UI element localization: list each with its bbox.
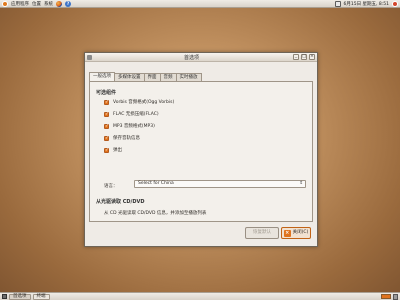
tab-panel-general: 可选组件 ✓ Vorbis 音频格式(Ogg Vorbis) ✓ FLAC 无损… [89, 81, 313, 222]
option-eject[interactable]: ✓ 弹出 [104, 147, 122, 153]
tab-multimedia[interactable]: 多媒体设置 [114, 73, 145, 81]
checkbox-vorbis[interactable]: ✓ [104, 99, 109, 105]
task-preferences[interactable]: 首选项 [9, 293, 31, 300]
option-save-tracks[interactable]: ✓ 保存音轨信息 [104, 135, 140, 141]
language-value: Select for China [138, 181, 174, 186]
close-button[interactable]: × 关闭(C) [281, 227, 311, 239]
help-icon[interactable]: ? [65, 0, 71, 7]
option-vorbis-label: Vorbis 音频格式(Ogg Vorbis) [113, 100, 175, 105]
option-mp3-label: MP3 音频格式(MP3) [113, 124, 155, 129]
trash-icon[interactable] [393, 293, 398, 300]
option-mp3[interactable]: ✓ MP3 音频格式(MP3) [104, 123, 155, 129]
tab-general[interactable]: 一般选项 [89, 72, 115, 81]
option-flac-label: FLAC 无损压缩(FLAC) [113, 112, 159, 117]
select-arrows-icon: ⇕ [299, 181, 303, 186]
checkbox-flac[interactable]: ✓ [104, 111, 109, 117]
section-title: 可选组件 [96, 90, 117, 96]
network-icon[interactable] [334, 0, 341, 7]
option-eject-label: 弹出 [113, 148, 122, 153]
firefox-launcher-icon[interactable] [56, 0, 62, 7]
option-flac[interactable]: ✓ FLAC 无损压缩(FLAC) [104, 111, 159, 117]
window-titlebar[interactable]: 首选项 _ □ × [85, 53, 317, 62]
power-icon[interactable] [392, 0, 398, 7]
tab-audio[interactable]: 音频 [159, 73, 177, 81]
top-panel: 应用程序 位置 系统 ? 6月15日 星期五, 8:51 [0, 0, 400, 8]
menu-system[interactable]: 系统 [44, 1, 53, 7]
maximize-button[interactable]: □ [301, 54, 307, 60]
menu-places[interactable]: 位置 [32, 1, 41, 7]
bottom-panel: 首选项 终端 [0, 292, 400, 300]
preferences-window: 首选项 _ □ × 一般选项 多媒体设置 界面 音频 实时播放 可选组件 ✓ V… [84, 52, 318, 247]
cd-description: 从 CD 光驱读取 CD/DVD 信息，并添加至播放列表 [104, 211, 207, 216]
checkbox-save-tracks[interactable]: ✓ [104, 135, 109, 141]
close-button-label: 关闭(C) [292, 230, 309, 235]
checkbox-eject[interactable]: ✓ [104, 147, 109, 153]
checkbox-mp3[interactable]: ✓ [104, 123, 109, 129]
tab-interface[interactable]: 界面 [143, 73, 161, 81]
cd-section-title: 从光驱读取 CD/DVD [96, 199, 145, 205]
restore-defaults-button[interactable]: 恢复默认 [245, 227, 279, 239]
window-title: 首选项 [183, 54, 199, 61]
menu-applications[interactable]: 应用程序 [11, 1, 29, 7]
workspace-switcher[interactable] [381, 294, 391, 299]
close-window-button[interactable]: × [309, 54, 315, 60]
tab-streaming[interactable]: 实时播放 [175, 73, 202, 81]
language-label: 语言： [104, 184, 118, 189]
ubuntu-logo-icon[interactable] [2, 0, 8, 7]
option-save-tracks-label: 保存音轨信息 [113, 136, 140, 141]
minimize-button[interactable]: _ [293, 54, 299, 60]
language-select[interactable]: Select for China ⇕ [134, 180, 306, 188]
clock[interactable]: 6月15日 星期五, 8:51 [344, 1, 390, 7]
tab-bar: 一般选项 多媒体设置 界面 音频 实时播放 [89, 72, 202, 81]
close-icon: × [283, 229, 291, 237]
task-terminal[interactable]: 终端 [32, 293, 50, 300]
show-desktop-icon[interactable] [2, 294, 7, 299]
option-vorbis[interactable]: ✓ Vorbis 音频格式(Ogg Vorbis) [104, 99, 174, 105]
